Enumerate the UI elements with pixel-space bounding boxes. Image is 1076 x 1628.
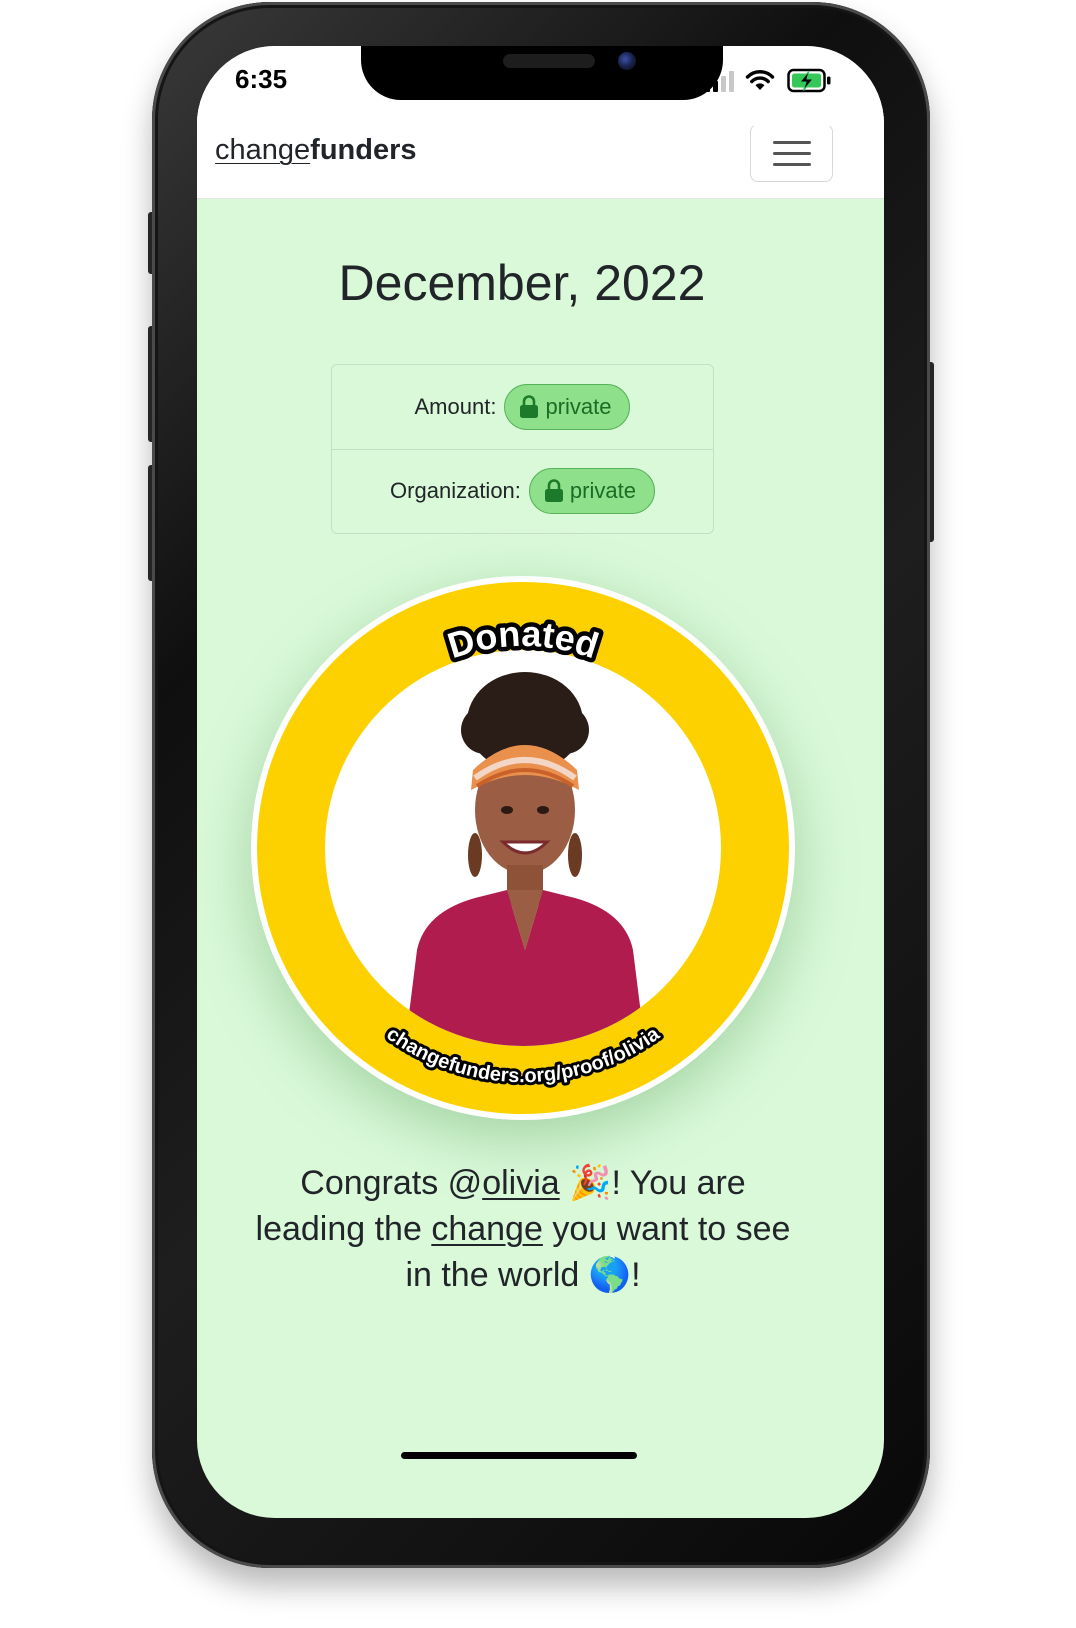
globe-icon: 🌎 <box>588 1256 632 1294</box>
notch <box>361 46 723 100</box>
brand-funders-text: funders <box>310 134 417 166</box>
home-indicator[interactable] <box>401 1452 637 1459</box>
lock-icon <box>520 395 539 418</box>
battery-charging-icon <box>787 68 831 93</box>
congrats-message: Congrats @olivia 🎉! You are leading the … <box>247 1160 799 1298</box>
speaker-grille <box>503 54 595 68</box>
badge-bottom-text: changefunders.org/proof/olivia <box>382 1022 664 1087</box>
donated-profile-badge: Donated Donated changefunders.org/proof/… <box>251 576 795 1120</box>
organization-label: Organization: <box>390 478 521 503</box>
organization-private-badge: private <box>528 468 655 514</box>
congrats-text-1: Congrats @ <box>300 1164 483 1202</box>
badge-top-text: Donated <box>443 613 604 666</box>
svg-text:Donated: Donated <box>443 613 604 666</box>
brand-logo-link[interactable]: changefunders <box>215 134 417 167</box>
status-time: 6:35 <box>235 64 288 94</box>
badge-text-overlay: Donated Donated changefunders.org/proof/… <box>379 608 667 1090</box>
change-link[interactable]: change <box>431 1210 543 1248</box>
party-popper-icon: 🎉 <box>569 1164 612 1202</box>
username-link[interactable]: olivia <box>482 1164 559 1202</box>
page-title: December, 2022 <box>338 255 706 311</box>
front-camera <box>618 52 636 70</box>
lock-icon <box>544 479 563 502</box>
organization-row: Organization: private <box>332 449 713 533</box>
amount-label: Amount: <box>414 394 497 419</box>
menu-toggle-button[interactable] <box>750 124 833 182</box>
svg-text:changefunders.org/proof/olivia: changefunders.org/proof/olivia <box>382 1022 664 1087</box>
brand-change-text: change <box>215 134 311 166</box>
amount-private-badge: private <box>504 384 631 430</box>
organization-badge-text: private <box>569 478 636 503</box>
wifi-icon <box>745 70 775 90</box>
donation-details-table: Amount: private Organization: private <box>331 364 714 534</box>
amount-row: Amount: private <box>332 365 713 450</box>
phone-screen: 6:35 changefunders December, 2022 Amount… <box>197 46 884 1518</box>
amount-badge-text: private <box>545 394 612 419</box>
congrats-text-4: ! <box>631 1256 641 1294</box>
